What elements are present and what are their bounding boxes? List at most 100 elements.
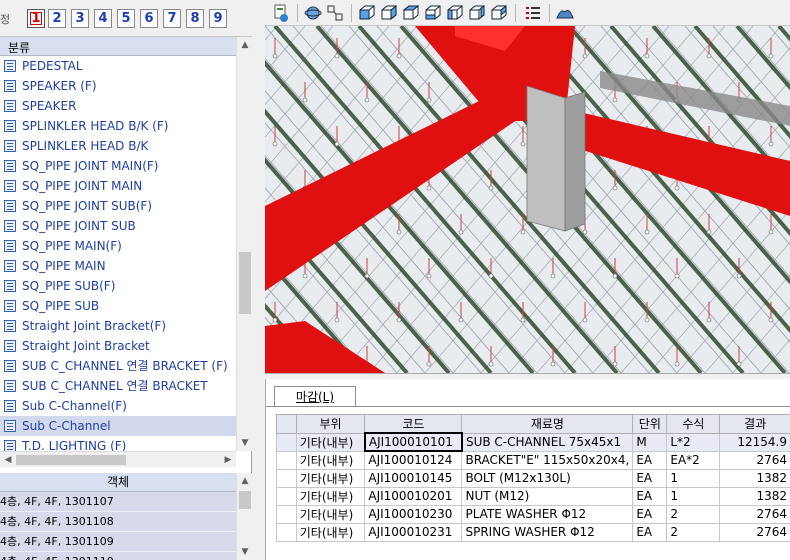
cell-part[interactable]: 기타(내부) <box>295 486 366 506</box>
row-header[interactable] <box>276 468 297 488</box>
cell-formula[interactable]: EA*2 <box>666 450 721 470</box>
cell-material[interactable]: SPRING WASHER Φ12 <box>461 522 634 542</box>
floor-button-9[interactable]: 9 <box>209 9 227 28</box>
cell-result[interactable]: 2764 <box>719 450 790 470</box>
list-icon[interactable] <box>523 3 543 23</box>
tree-item[interactable]: SQ_PIPE MAIN(F) <box>0 236 236 256</box>
cell-code[interactable]: AJI100010231 <box>364 522 463 542</box>
floor-button-6[interactable]: 6 <box>140 9 158 28</box>
object-row[interactable]: 4층, 4F, 4F, 1301109 <box>0 532 236 552</box>
cell-part[interactable]: 기타(내부) <box>295 468 366 488</box>
scroll-up-icon[interactable]: ▲ <box>237 473 253 489</box>
cell-formula[interactable]: 2 <box>666 504 721 524</box>
tree-item[interactable]: SUB C_CHANNEL 연결 BRACKET <box>0 376 236 396</box>
cell-code[interactable]: AJI100010201 <box>364 486 463 506</box>
scroll-left-icon[interactable]: ◀ <box>0 452 16 468</box>
table-row[interactable]: 기타(내부) AJI100010201 NUT (M12) EA 1 1382 <box>276 486 790 506</box>
cell-result[interactable]: 2764 <box>719 504 790 524</box>
column-header-unit[interactable]: 단위 <box>632 414 668 434</box>
object-vertical-scrollbar[interactable]: ▲ ▼ <box>236 473 252 560</box>
scroll-down-icon[interactable]: ▼ <box>237 435 253 451</box>
column-header-code[interactable]: 코드 <box>364 414 463 434</box>
table-row[interactable]: 기타(내부) AJI100010231 SPRING WASHER Φ12 EA 2 27… <box>276 522 790 542</box>
tree-item[interactable]: SUB C_CHANNEL 연결 BRACKET (F) <box>0 356 236 376</box>
tree-item[interactable]: Straight Joint Bracket(F) <box>0 316 236 336</box>
tree-item[interactable]: PEDESTAL <box>0 56 236 76</box>
tree-item[interactable]: SQ_PIPE MAIN <box>0 256 236 276</box>
terrain-icon[interactable] <box>555 3 575 23</box>
floor-button-1[interactable]: 1 <box>27 9 45 28</box>
cell-material[interactable]: BRACKET"E" 115x50x20x4, <box>461 450 634 470</box>
cube-view-icon-7[interactable] <box>489 3 509 23</box>
tree-item[interactable]: SPEAKER <box>0 96 236 116</box>
floor-button-3[interactable]: 3 <box>71 9 89 28</box>
row-header[interactable] <box>276 432 297 452</box>
cube-view-icon-5[interactable] <box>445 3 465 23</box>
column-header-formula[interactable]: 수식 <box>666 414 721 434</box>
cell-unit[interactable]: EA <box>632 486 668 506</box>
tree-item[interactable]: SPLINKLER HEAD B/K (F) <box>0 116 236 136</box>
cube-view-icon-6[interactable] <box>467 3 487 23</box>
column-header-material[interactable]: 재료명 <box>461 414 634 434</box>
object-row[interactable]: 4층, 4F, 4F, 1301110 <box>0 552 236 560</box>
cell-formula[interactable]: L*2 <box>666 432 721 452</box>
cell-material[interactable]: NUT (M12) <box>461 486 634 506</box>
tree-item[interactable]: Straight Joint Bracket <box>0 336 236 356</box>
scroll-thumb[interactable] <box>239 491 251 509</box>
cell-material[interactable]: BOLT (M12x130L) <box>461 468 634 488</box>
cell-result[interactable]: 12154.9 <box>719 432 790 452</box>
cell-formula[interactable]: 1 <box>666 486 721 506</box>
model-3d-viewport[interactable] <box>265 26 790 373</box>
tree-item[interactable]: SQ_PIPE JOINT SUB <box>0 216 236 236</box>
cell-part[interactable]: 기타(내부) <box>295 450 366 470</box>
cube-view-icon-1[interactable] <box>357 3 377 23</box>
cell-part[interactable]: 기타(내부) <box>295 504 366 524</box>
tree-item[interactable]: SQ_PIPE SUB(F) <box>0 276 236 296</box>
cell-formula[interactable]: 2 <box>666 522 721 542</box>
cell-material[interactable]: SUB C-CHANNEL 75x45x1 <box>461 432 634 452</box>
cell-result[interactable]: 1382 <box>719 486 790 506</box>
cell-unit[interactable]: EA <box>632 468 668 488</box>
floor-button-4[interactable]: 4 <box>94 9 112 28</box>
cell-code[interactable]: AJI100010230 <box>364 504 463 524</box>
row-header[interactable] <box>276 522 297 542</box>
table-row[interactable]: 기타(내부) AJI100010124 BRACKET"E" 115x50x20x4… <box>276 450 790 470</box>
floor-button-8[interactable]: 8 <box>186 9 204 28</box>
cell-unit[interactable]: EA <box>632 522 668 542</box>
cell-code[interactable]: AJI100010145 <box>364 468 463 488</box>
tree-horizontal-scrollbar[interactable]: ◀ ▶ <box>0 451 236 467</box>
cell-result[interactable]: 1382 <box>719 468 790 488</box>
cube-view-icon-2[interactable] <box>379 3 399 23</box>
tree-item[interactable]: SQ_PIPE JOINT SUB(F) <box>0 196 236 216</box>
floor-button-5[interactable]: 5 <box>117 9 135 28</box>
cell-formula[interactable]: 1 <box>666 468 721 488</box>
column-header-part[interactable]: 부위 <box>295 414 366 434</box>
cell-part[interactable]: 기타(내부) <box>295 432 366 452</box>
cube-view-icon-3[interactable] <box>401 3 421 23</box>
cube-view-icon-4[interactable] <box>423 3 443 23</box>
cell-unit[interactable]: EA <box>632 450 668 470</box>
cell-code[interactable]: AJI100010101 <box>363 432 463 452</box>
tree-item[interactable]: T.D. LIGHTING (F) <box>0 436 236 451</box>
object-row[interactable]: 4층, 4F, 4F, 1301107 <box>0 492 236 512</box>
scroll-right-icon[interactable]: ▶ <box>220 452 236 468</box>
scroll-up-icon[interactable]: ▲ <box>237 37 253 53</box>
scroll-down-icon[interactable]: ▼ <box>237 544 253 560</box>
tree-item[interactable]: SQ_PIPE SUB <box>0 296 236 316</box>
table-row[interactable]: 기타(내부) AJI100010145 BOLT (M12x130L) EA 1 1382 <box>276 468 790 488</box>
floor-button-7[interactable]: 7 <box>163 9 181 28</box>
tree-item[interactable]: SQ_PIPE JOINT MAIN(F) <box>0 156 236 176</box>
row-header[interactable] <box>276 486 297 506</box>
scroll-thumb-horizontal[interactable] <box>16 455 126 465</box>
object-row[interactable]: 4층, 4F, 4F, 1301108 <box>0 512 236 532</box>
cell-code[interactable]: AJI100010124 <box>364 450 463 470</box>
floor-button-2[interactable]: 2 <box>48 9 66 28</box>
row-header[interactable] <box>276 450 297 470</box>
cell-material[interactable]: PLATE WASHER Φ12 <box>461 504 634 524</box>
pan-icon[interactable] <box>325 3 345 23</box>
category-header[interactable]: 분류 <box>0 37 236 56</box>
cell-part[interactable]: 기타(내부) <box>295 522 366 542</box>
export-icon[interactable] <box>271 3 291 23</box>
orbit-icon[interactable] <box>303 3 323 23</box>
tree-item[interactable]: Sub C-Channel <box>0 416 236 436</box>
